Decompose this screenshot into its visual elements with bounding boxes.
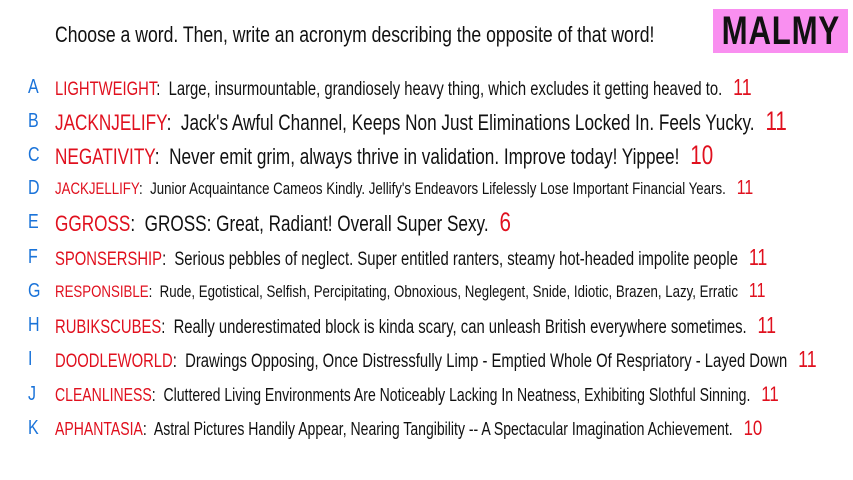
row-score: 10: [690, 140, 714, 170]
acronym-row: F SPONSERSHIP: Serious pebbles of neglec…: [0, 242, 853, 272]
acronym-row: D JACKJELLIFY: Junior Acquaintance Cameo…: [0, 173, 853, 203]
row-acronym: Astral Pictures Handily Appear, Nearing …: [153, 419, 733, 439]
row-content: CLEANLINESS: Cluttered Living Environmen…: [55, 379, 779, 409]
row-word: NEGATIVITY: [55, 144, 155, 169]
acronym-row: G RESPONSIBLE: Rude, Egotistical, Selfis…: [0, 276, 853, 306]
row-acronym: Really underestimated block is kinda sca…: [173, 317, 747, 338]
row-colon: :: [151, 385, 164, 405]
acronym-row: I DOODLEWORLD: Drawings Opposing, Once D…: [0, 344, 853, 374]
row-letter: I: [28, 348, 33, 370]
row-word: GGROSS: [55, 211, 131, 236]
acronym-row: H RUBIKSCUBES: Really underestimated blo…: [0, 310, 853, 340]
row-score: 11: [748, 280, 766, 302]
row-colon: :: [148, 282, 160, 301]
row-content: RESPONSIBLE: Rude, Egotistical, Selfish,…: [55, 276, 765, 306]
row-letter: F: [28, 246, 38, 268]
row-score: 6: [499, 207, 511, 237]
row-letter: J: [28, 383, 36, 405]
row-content: SPONSERSHIP: Serious pebbles of neglect.…: [55, 242, 767, 272]
row-word: RUBIKSCUBES: [55, 317, 162, 338]
row-word: APHANTASIA: [55, 419, 143, 439]
row-score: 11: [733, 74, 752, 100]
row-word: DOODLEWORLD: [55, 351, 173, 372]
row-word: CLEANLINESS: [55, 385, 152, 405]
row-content: RUBIKSCUBES: Really underestimated block…: [55, 310, 776, 340]
row-word: JACKNJELIFY: [55, 110, 167, 135]
row-score: 10: [743, 415, 763, 440]
row-acronym: Drawings Opposing, Once Distressfully Li…: [185, 351, 788, 372]
row-content: JACKNJELIFY: Jack's Awful Channel, Keeps…: [55, 106, 787, 136]
row-colon: :: [172, 351, 186, 372]
acronym-row: A LIGHTWEIGHT: Large, insurmountable, gr…: [0, 72, 853, 102]
row-colon: :: [142, 419, 154, 439]
author-badge: MALMY: [713, 9, 848, 53]
row-score: 11: [761, 381, 779, 406]
row-score: 11: [757, 312, 777, 338]
row-word: RESPONSIBLE: [55, 282, 149, 301]
row-acronym: Cluttered Living Environments Are Notice…: [163, 385, 751, 405]
row-score: 11: [736, 177, 754, 199]
row-colon: :: [139, 179, 151, 198]
row-content: LIGHTWEIGHT: Large, insurmountable, gran…: [55, 72, 752, 102]
acronym-row: K APHANTASIA: Astral Pictures Handily Ap…: [0, 413, 853, 443]
row-score: 11: [748, 244, 768, 270]
row-score: 11: [798, 346, 817, 372]
row-letter: H: [28, 314, 40, 336]
row-letter: K: [28, 417, 39, 439]
row-acronym: Large, insurmountable, grandiosely heavy…: [168, 79, 723, 100]
acronym-row: C NEGATIVITY: Never emit grim, always th…: [0, 140, 853, 170]
acronym-row: J CLEANLINESS: Cluttered Living Environm…: [0, 379, 853, 409]
acronym-row: E GGROSS: GROSS: Great, Radiant! Overall…: [0, 207, 853, 237]
row-colon: :: [162, 249, 175, 270]
row-content: JACKJELLIFY: Junior Acquaintance Cameos …: [55, 173, 753, 203]
row-colon: :: [130, 211, 145, 236]
acronym-row: B JACKNJELIFY: Jack's Awful Channel, Kee…: [0, 106, 853, 136]
row-acronym: Rude, Egotistical, Selfish, Percipitatin…: [159, 282, 738, 301]
row-letter: A: [28, 76, 39, 98]
row-acronym: GROSS: Great, Radiant! Overall Super Sex…: [144, 211, 489, 236]
row-colon: :: [154, 144, 170, 169]
row-colon: :: [161, 317, 174, 338]
badge-label: MALMY: [721, 8, 840, 53]
row-letter: G: [28, 280, 41, 302]
prompt-heading: Choose a word. Then, write an acronym de…: [55, 22, 655, 47]
row-content: GGROSS: GROSS: Great, Radiant! Overall S…: [55, 207, 511, 237]
row-content: NEGATIVITY: Never emit grim, always thri…: [55, 140, 713, 170]
row-score: 11: [765, 106, 787, 136]
row-acronym: Never emit grim, always thrive in valida…: [169, 144, 680, 169]
row-word: LIGHTWEIGHT: [55, 79, 157, 100]
row-word: JACKJELLIFY: [55, 179, 140, 198]
row-letter: B: [28, 110, 39, 132]
row-content: APHANTASIA: Astral Pictures Handily Appe…: [55, 413, 762, 443]
row-content: DOODLEWORLD: Drawings Opposing, Once Dis…: [55, 344, 817, 374]
row-letter: C: [28, 144, 40, 166]
row-letter: E: [28, 211, 39, 233]
row-word: SPONSERSHIP: [55, 249, 163, 270]
row-letter: D: [28, 177, 40, 199]
row-colon: :: [156, 79, 169, 100]
row-colon: :: [166, 110, 181, 135]
row-acronym: Junior Acquaintance Cameos Kindly. Jelli…: [150, 179, 726, 198]
row-acronym: Serious pebbles of neglect. Super entitl…: [174, 249, 738, 270]
row-acronym: Jack's Awful Channel, Keeps Non Just Eli…: [180, 110, 755, 135]
